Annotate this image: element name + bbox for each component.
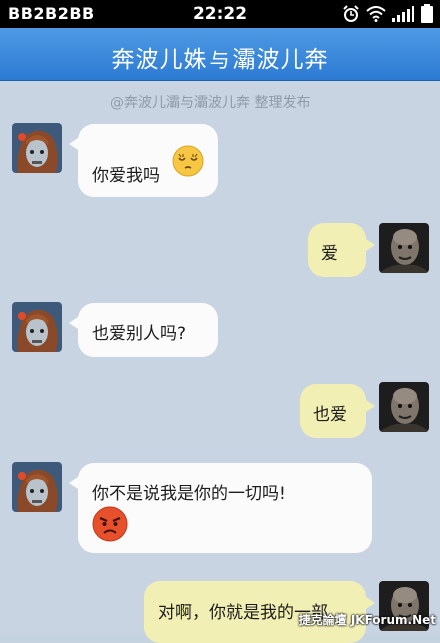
signal-icon (392, 6, 414, 22)
message-text: 也爱别人吗? (92, 324, 187, 344)
self-avatar[interactable] (379, 223, 429, 273)
title-right: 灞波儿奔 (232, 47, 329, 73)
sender-avatar[interactable] (12, 462, 62, 512)
sender-avatar[interactable] (12, 123, 62, 173)
angry-face-emoji (92, 506, 128, 542)
self-avatar[interactable] (379, 382, 429, 432)
message-text: 你爱我吗 (92, 166, 160, 186)
header-watermark: @奔波儿灞与灞波儿奔 整理发布 (110, 95, 311, 111)
status-icons (342, 3, 434, 25)
message-text: 爱 (321, 244, 338, 264)
message-bubble[interactable]: 也爱别人吗? (69, 303, 218, 357)
wifi-icon (366, 6, 386, 22)
message-bubble[interactable]: 也爱 (300, 384, 375, 438)
page-title: 奔波儿姝 与灞波儿奔 (0, 40, 440, 74)
alarm-icon (343, 5, 359, 22)
title-mid: 与 (209, 48, 231, 72)
status-bar: BB2B2BB 22:22 (0, 0, 440, 28)
message-bubble[interactable]: 你不是说我是你的一切吗! (69, 463, 372, 553)
message-text: 也爱 (313, 405, 347, 425)
battery-icon (421, 4, 433, 23)
nav-bar: 奔波儿姝 与灞波儿奔 (0, 28, 440, 81)
sleepy-face-emoji (172, 145, 204, 177)
sender-avatar[interactable] (12, 302, 62, 352)
chat-area[interactable]: @奔波儿灞与灞波儿奔 整理发布 你爱我吗 爱 也爱别人吗? 也爱 你不是说我是你… (0, 81, 440, 643)
message-bubble[interactable]: 爱 (308, 223, 375, 277)
message-bubble[interactable]: 你爱我吗 (69, 124, 218, 197)
footer-watermark: 捷克論壇 JKForum.Net (298, 613, 436, 627)
title-left: 奔波儿姝 (111, 47, 208, 73)
message-text: 你不是说我是你的一切吗! (92, 484, 286, 504)
